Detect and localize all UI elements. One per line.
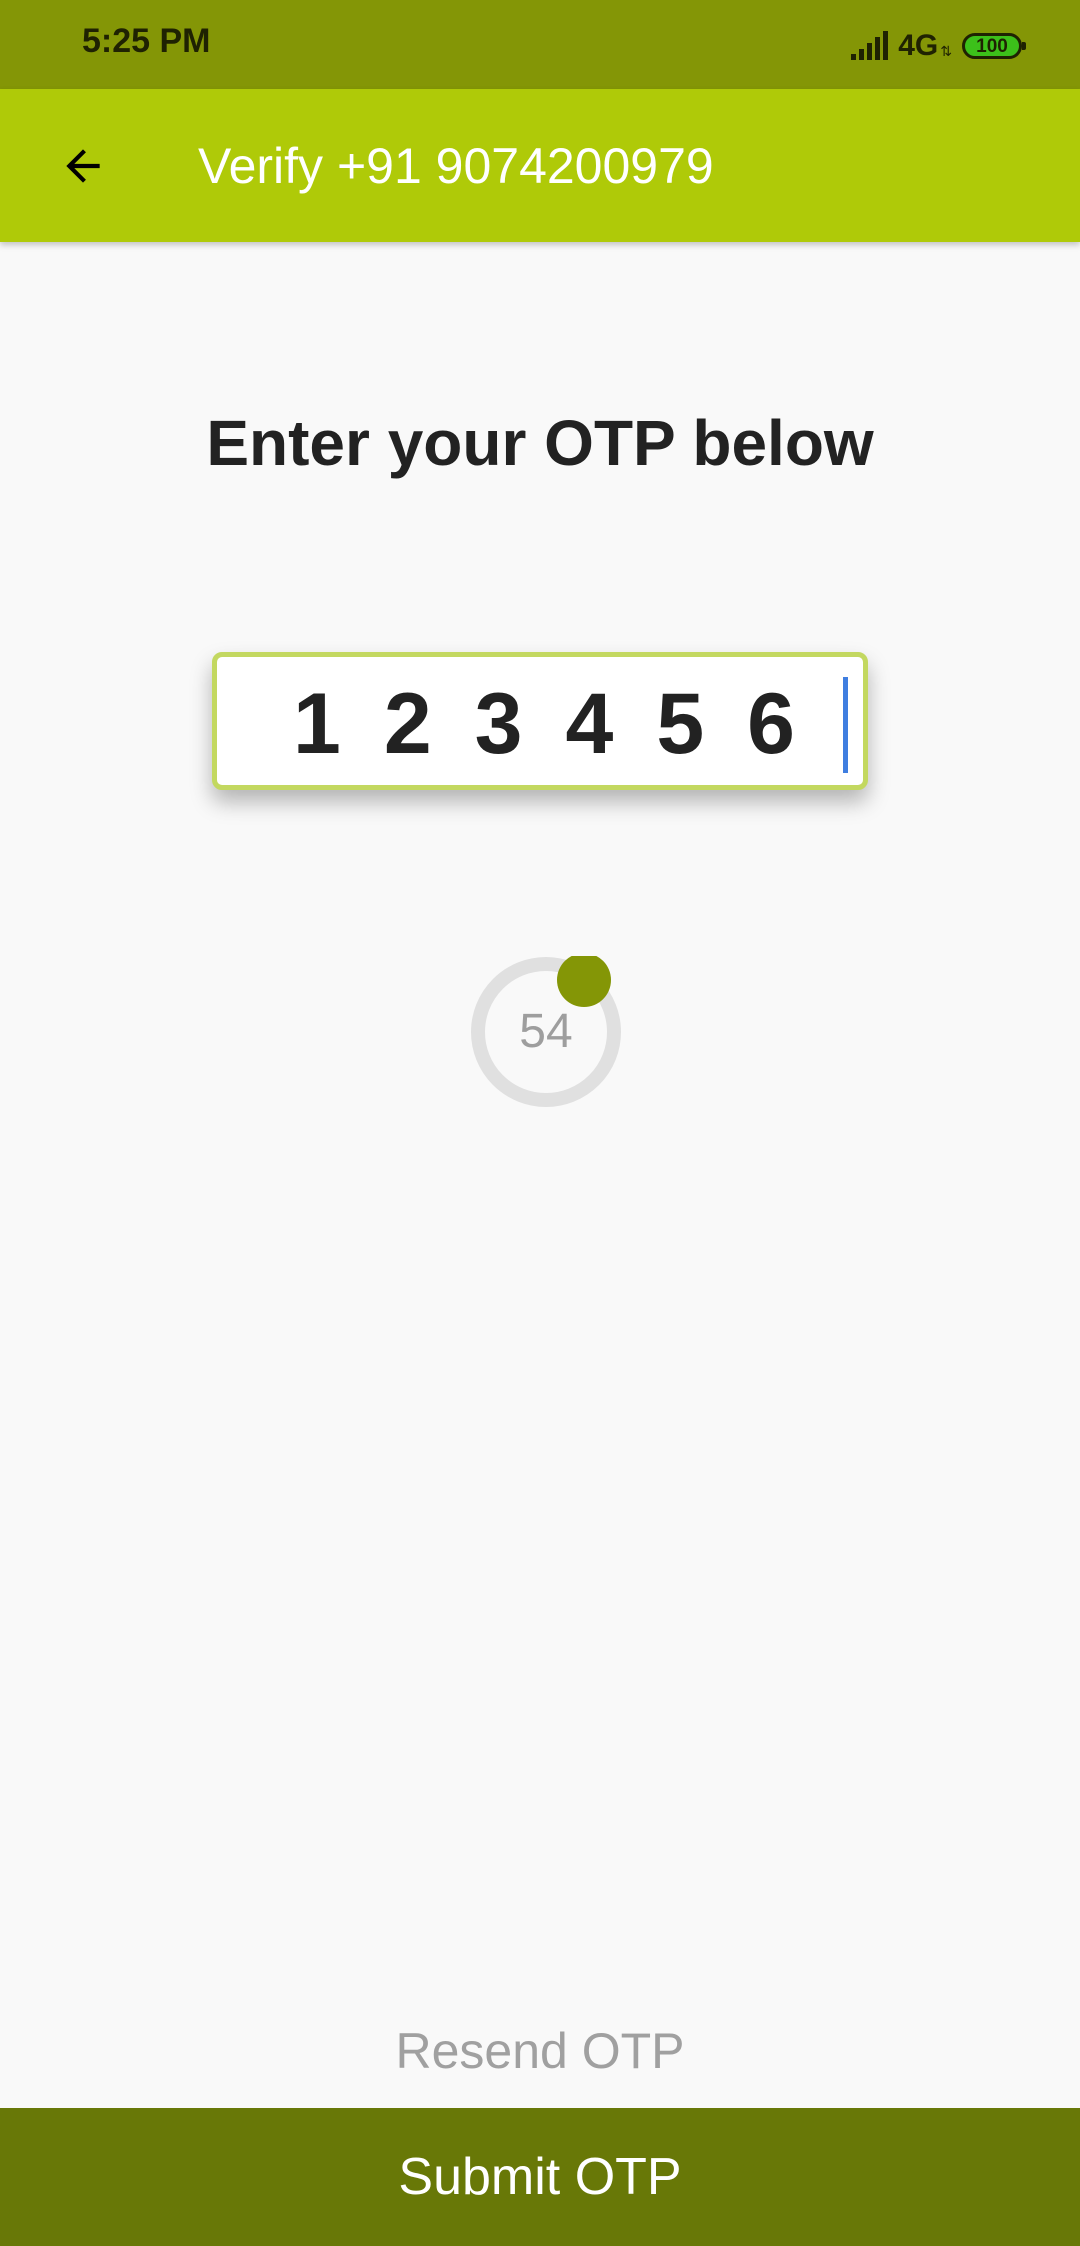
status-time: 5:25 PM [82,22,211,60]
countdown-seconds: 54 [519,1005,573,1058]
signal-bars-icon [851,31,889,60]
up-down-arrows-icon: ⇅ [940,43,952,59]
submit-otp-label: Submit OTP [398,2148,682,2206]
back-button[interactable] [38,127,128,205]
app-bar: Verify +91 9074200979 [0,89,1080,242]
countdown-timer: 54 [470,956,622,1108]
status-bar: 5:25 PM 4G ⇅ 100 [0,0,1080,89]
submit-otp-button[interactable]: Submit OTP [0,2108,1080,2246]
text-cursor [843,677,848,773]
otp-heading: Enter your OTP below [206,407,874,479]
battery-icon: 100 [962,33,1026,59]
page-title: Verify +91 9074200979 [198,138,714,194]
status-indicators: 4G ⇅ 100 [850,28,1026,64]
otp-input[interactable]: 123456 [212,652,868,790]
network-type-label: 4G [898,29,939,62]
resend-otp-link[interactable]: Resend OTP [0,2024,1080,2079]
arrow-left-icon [66,149,100,183]
otp-input-value: 123456 [293,676,838,772]
battery-level: 100 [976,35,1008,57]
